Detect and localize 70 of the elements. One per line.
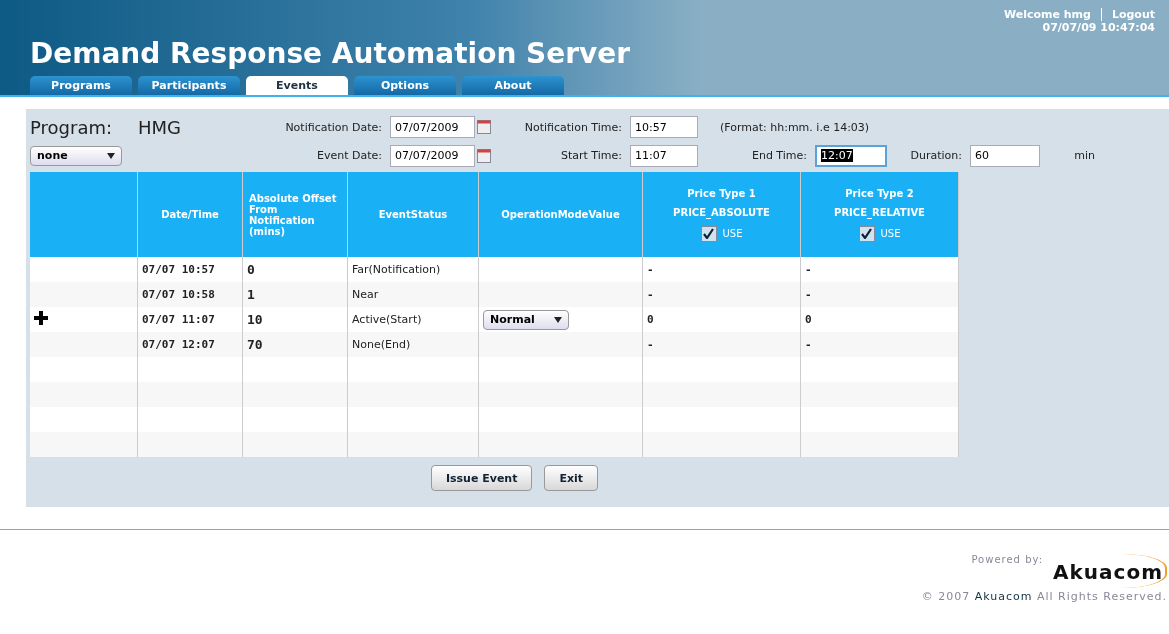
table-cell: 0 (247, 262, 255, 277)
table-cell: - (647, 338, 654, 351)
table-cell: 07/07 11:07 (142, 313, 215, 326)
app-title: Demand Response Automation Server (30, 37, 631, 70)
table-cell: 07/07 10:58 (142, 288, 215, 301)
program-dropdown[interactable]: none (30, 145, 122, 166)
nav-tab[interactable]: Programs (30, 76, 132, 95)
action-button[interactable]: Exit (544, 465, 599, 491)
powered-by-text: Powered by: (971, 554, 1044, 565)
program-label: Program: (30, 116, 112, 138)
program-name: HMG (138, 116, 182, 138)
checkbox-label: USE (722, 228, 743, 239)
current-datetime: 07/07/09 10:47:04 (1041, 21, 1155, 34)
format-hint: (Format: hh:mm. i.e 14:03) (719, 120, 871, 134)
time-field[interactable]: 11:07 (630, 144, 698, 167)
table-cell: Near (352, 288, 379, 301)
table-cell: 10 (247, 312, 263, 327)
nav-tab[interactable]: Participants (138, 76, 240, 95)
field-label: Notification Time: (523, 120, 623, 134)
calendar-icon[interactable] (477, 148, 491, 163)
column-header: EventStatus (378, 209, 448, 220)
table-cell: - (805, 263, 812, 276)
use-checkbox[interactable] (858, 225, 875, 242)
date-field[interactable]: 07/07/2009 (390, 144, 475, 167)
table-cell: 1 (247, 287, 255, 302)
duration-field[interactable]: 60 (970, 144, 1040, 167)
nav-tab[interactable]: Options (354, 76, 456, 95)
column-subtitle: PRICE_RELATIVE (834, 206, 925, 218)
table-cell: - (805, 338, 812, 351)
time-field[interactable]: 10:57 (630, 116, 698, 139)
company-logo: Akuacom (1053, 554, 1167, 588)
copyright-text: © 2007 Akuacom All Rights Reserved. (921, 590, 1167, 603)
date-field[interactable]: 07/07/2009 (390, 116, 475, 139)
table-cell: 0 (647, 313, 654, 326)
table-cell: 07/07 10:57 (142, 263, 215, 276)
nav-tab[interactable]: Events (246, 76, 348, 95)
time-field[interactable]: 12:07 (815, 144, 887, 167)
table-cell: Active(Start) (352, 313, 422, 326)
calendar-icon[interactable] (477, 120, 491, 135)
field-label: Start Time: (560, 149, 623, 163)
checkmark-icon (861, 228, 872, 239)
table-cell: - (647, 263, 654, 276)
table-cell: 70 (247, 337, 263, 352)
checkbox-label: USE (880, 228, 901, 239)
unit-label: min (1073, 149, 1095, 163)
table-cell: - (647, 288, 654, 301)
column-subtitle: PRICE_ABSOLUTE (673, 206, 770, 218)
caret-icon (107, 152, 115, 159)
plus-icon[interactable] (34, 311, 48, 325)
use-checkbox[interactable] (700, 225, 717, 242)
column-header: Price Type 1 (687, 187, 756, 199)
column-header: Date/Time (161, 209, 219, 220)
table-cell: - (805, 288, 812, 301)
nav-tab[interactable]: About (462, 76, 564, 95)
column-header: Absolute Offset From Notification (mins) (249, 192, 337, 237)
field-label: Notification Date: (284, 120, 383, 134)
checkmark-icon (703, 228, 714, 239)
table-cell: Far(Notification) (352, 263, 441, 276)
table-cell: 0 (805, 313, 812, 326)
welcome-text: Welcome hmg (1003, 8, 1091, 21)
table-cell: None(End) (352, 338, 411, 351)
field-label: End Time: (750, 149, 808, 163)
mode-dropdown[interactable]: Normal (483, 309, 569, 330)
caret-icon (554, 316, 562, 323)
column-header: OperationModeValue (501, 209, 620, 220)
action-button[interactable]: Issue Event (430, 465, 533, 491)
field-label: Duration: (909, 149, 963, 163)
field-label: Event Date: (316, 149, 383, 163)
table-cell: 07/07 12:07 (142, 338, 215, 351)
column-header: Price Type 2 (845, 187, 914, 199)
